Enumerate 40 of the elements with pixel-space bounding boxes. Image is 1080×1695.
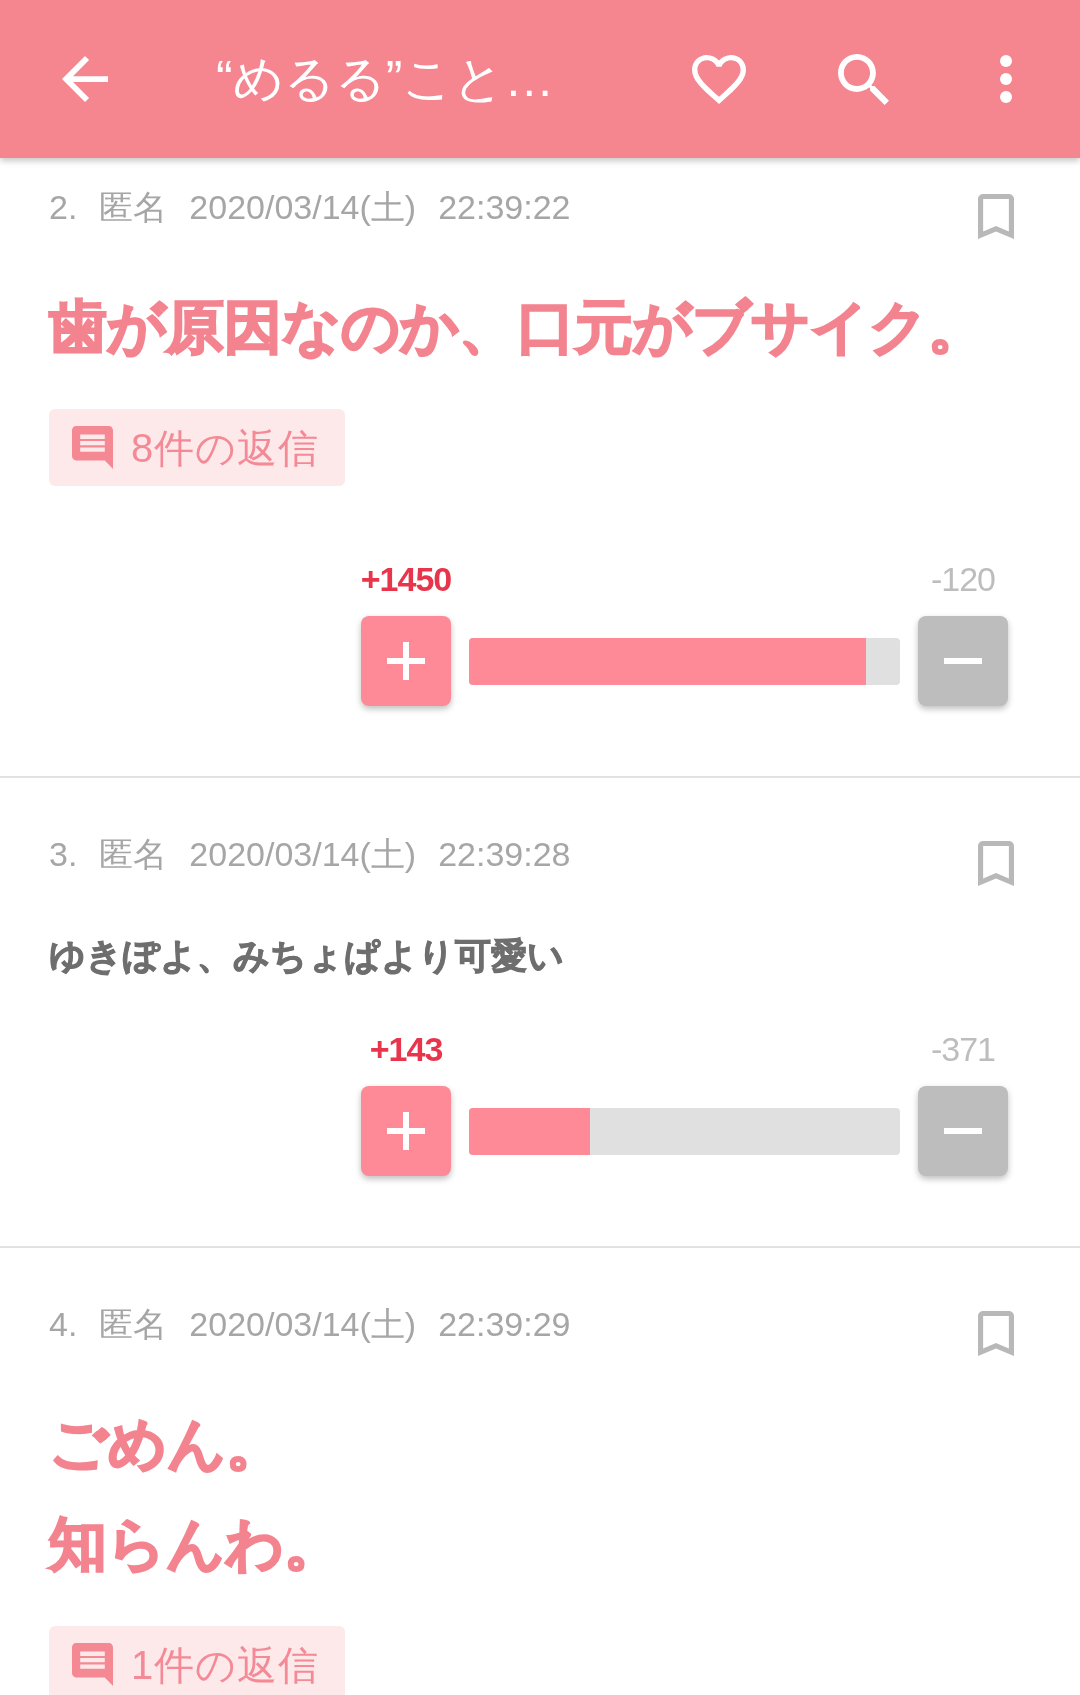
comment-icon xyxy=(72,1643,113,1686)
post-text: ゆきぽよ、みちょぱより可愛い xyxy=(49,934,564,978)
bookmark-icon[interactable] xyxy=(978,1311,1014,1356)
upvote-button[interactable] xyxy=(361,616,451,706)
downvote-button[interactable] xyxy=(918,616,1008,706)
downvote-count: -120 xyxy=(930,559,996,599)
downvote-count: -371 xyxy=(930,1029,996,1069)
more-options-icon[interactable] xyxy=(1000,55,1012,103)
search-icon[interactable] xyxy=(838,53,889,105)
post-date: 2020/03/14(土) xyxy=(189,187,417,227)
post-number: 3. xyxy=(49,834,78,874)
post-text: 歯が原因なのか、口元がブサイク。 xyxy=(49,293,986,361)
post-text: 知らんわ。 xyxy=(49,1510,342,1578)
author-name: 匿名 xyxy=(99,187,168,227)
minus-icon xyxy=(944,1128,982,1134)
post-time: 22:39:22 xyxy=(438,187,571,227)
bookmark-icon[interactable] xyxy=(978,194,1014,239)
back-arrow-icon[interactable] xyxy=(62,56,108,102)
plus-icon xyxy=(387,1112,425,1150)
post-time: 22:39:29 xyxy=(438,1304,571,1344)
post-text: ごめん。 xyxy=(49,1410,284,1478)
upvote-button[interactable] xyxy=(361,1086,451,1176)
plus-icon xyxy=(387,642,425,680)
post-number: 2. xyxy=(49,187,78,227)
upvote-count: +143 xyxy=(369,1029,443,1069)
replies-button[interactable]: 1件の返信 xyxy=(49,1626,346,1695)
post-date: 2020/03/14(土) xyxy=(189,834,417,874)
post-time: 22:39:28 xyxy=(438,834,571,874)
comment-icon xyxy=(72,426,113,469)
heart-icon[interactable] xyxy=(692,54,746,104)
author-name: 匿名 xyxy=(99,1304,168,1344)
downvote-button[interactable] xyxy=(918,1086,1008,1176)
author-name: 匿名 xyxy=(99,834,168,874)
minus-icon xyxy=(944,658,982,664)
replies-button[interactable]: 8件の返信 xyxy=(49,409,346,486)
post-number: 4. xyxy=(49,1304,78,1344)
upvote-count: +1450 xyxy=(360,559,452,599)
page-title: “めるる”こと… xyxy=(216,50,556,109)
bookmark-icon[interactable] xyxy=(978,841,1014,886)
post-date: 2020/03/14(土) xyxy=(189,1304,417,1344)
